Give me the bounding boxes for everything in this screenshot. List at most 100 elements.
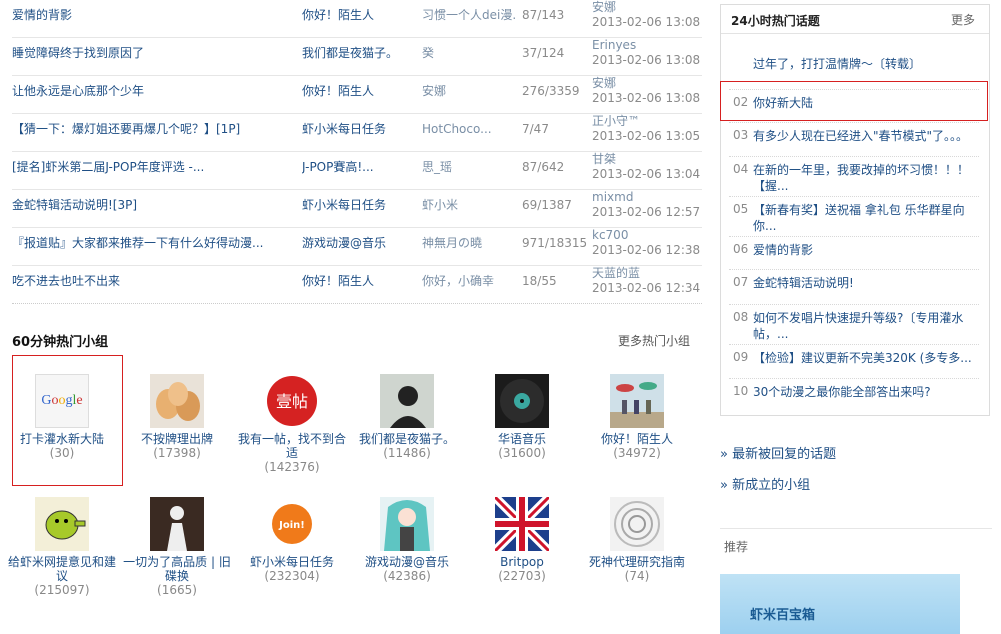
topic-group-link[interactable]: 游戏动漫@音乐 [302,228,417,265]
people-umbrellas-icon[interactable] [610,374,664,428]
hot-topic-divider [729,236,979,237]
topic-reply-count: 87/642 [522,160,565,174]
last-reply-user-link[interactable]: 天蓝的蓝 [592,266,702,280]
hot-topics-panel: 24小时热门话题 更多 过年了，打打温情牌～〔转载〕 02 你好新大陆 03 有多少人现… [720,4,990,416]
topic-title-link[interactable]: 让他永远是心底那个少年 [12,76,297,113]
topic-author-link[interactable]: 思_瑶 [422,152,517,189]
group-member-count: (17398) [153,446,201,460]
group-card[interactable]: 给虾米网提意见和建议 (215097) [7,497,117,597]
hot-topic-link[interactable]: 爱情的背影 [753,242,978,258]
hot-topic-divider [729,304,979,305]
hot-topic-link[interactable]: 30个动漫之最你能全部答出来吗? [753,384,978,400]
hot-topic-link[interactable]: 在新的一年里，我要改掉的坏习惯！！！【握... [753,162,978,194]
hot-topic-link[interactable]: 【检验】建议更新不完美320K (多专多... [753,350,978,366]
group-name-link[interactable]: 一切为了高品质 | 旧碟换 [122,555,232,583]
vinyl-record-icon[interactable] [495,374,549,428]
topic-author-link[interactable]: 你好，小确幸 [422,266,517,303]
topic-author-link[interactable]: 癸 [422,38,517,75]
group-name-link[interactable]: 死神代理研究指南 [582,555,692,569]
hot-topic-rank: 10 [733,384,749,398]
svg-text:Join!: Join! [278,520,305,531]
white-figure-icon[interactable] [150,497,204,551]
last-reply-user-link[interactable]: 安娜 [592,0,702,14]
topic-group-link[interactable]: 虾小米每日任务 [302,114,417,151]
group-card[interactable]: 游戏动漫@音乐 (42386) [352,497,462,583]
hot-topic-link[interactable]: 【新春有奖】送祝福 拿礼包 乐华群星向你... [753,202,978,234]
more-hot-groups-link[interactable]: 更多热门小组 [618,332,690,349]
topic-group-link[interactable]: 我们都是夜猫子。 [302,38,417,75]
topic-author-link[interactable]: 安娜 [422,76,517,113]
topic-title-link[interactable]: 【猜一下：爆灯姐还要再爆几个呢？】[1P] [12,114,297,151]
join-badge-icon[interactable]: Join! [265,497,319,551]
group-name-link[interactable]: 不按牌理出牌 [122,432,232,446]
hot-topic-divider [729,344,979,345]
group-name-link[interactable]: 给虾米网提意见和建议 [7,555,117,583]
group-card[interactable]: 壹帖 我有一帖，找不到合适 (142376) [237,374,347,474]
group-name-link[interactable]: Britpop [467,555,577,569]
topic-title-link[interactable]: 金蛇特辑活动说明![3P] [12,190,297,227]
union-jack-icon[interactable] [495,497,549,551]
topic-group-link[interactable]: 你好！陌生人 [302,266,417,303]
group-card[interactable]: 我们都是夜猫子。 (11486) [352,374,462,460]
topic-author-link[interactable]: 习惯一个人dei漫... [422,0,517,37]
topic-last-reply: Erinyes 2013-02-06 13:08 [592,38,702,75]
topic-last-reply: 安娜 2013-02-06 13:08 [592,76,702,113]
last-reply-time: 2013-02-06 13:08 [592,53,701,67]
hot-topic-link[interactable]: 过年了，打打温情牌～〔转载〕 [753,56,978,72]
topic-group-link[interactable]: 你好！陌生人 [302,0,417,37]
hot-topic-divider [729,156,979,157]
last-reply-user-link[interactable]: Erinyes [592,38,702,52]
spiral-icon[interactable] [610,497,664,551]
last-reply-user-link[interactable]: 安娜 [592,76,702,90]
group-member-count: (42386) [383,569,431,583]
doodle-jump-icon[interactable] [35,497,89,551]
topic-title-link[interactable]: 『报道贴』大家都来推荐一下有什么好得动漫... [12,228,297,265]
new-groups-link[interactable]: » 新成立的小组 [720,474,810,493]
table-row: 【猜一下：爆灯姐还要再爆几个呢？】[1P] 虾小米每日任务 HotChoco... 7… [12,114,702,152]
group-card[interactable]: 华语音乐 (31600) [467,374,577,460]
last-reply-user-link[interactable]: 甘桀 [592,152,702,166]
hot-topic-link[interactable]: 金蛇特辑活动说明! [753,275,978,291]
recommend-label: 推荐 [724,540,749,554]
last-reply-user-link[interactable]: 正小守™ [592,114,702,128]
group-card[interactable]: 一切为了高品质 | 旧碟换 (1665) [122,497,232,597]
last-reply-user-link[interactable]: mixmd [592,190,702,204]
last-reply-time: 2013-02-06 13:08 [592,91,701,105]
topic-group-link[interactable]: 你好！陌生人 [302,76,417,113]
latest-replied-link[interactable]: » 最新被回复的话题 [720,443,836,462]
group-name-link[interactable]: 我们都是夜猫子。 [352,432,462,446]
topic-reply-count: 69/1387 [522,198,572,212]
red-seal-icon[interactable]: 壹帖 [265,374,319,428]
topic-author-link[interactable]: HotChoco... [422,114,517,151]
group-card[interactable]: 死神代理研究指南 (74) [582,497,692,583]
hot-topic-link[interactable]: 如何不发唱片快速提升等级?〔专用灌水帖，... [753,310,978,342]
group-name-link[interactable]: 游戏动漫@音乐 [352,555,462,569]
topic-title-link[interactable]: [提名]虾米第二届J-POP年度评选 -... [12,152,297,189]
topic-last-reply: 正小守™ 2013-02-06 13:05 [592,114,702,151]
hot-topic-link[interactable]: 有多少人现在已经进入"春节模式"了。。。 [753,128,978,144]
topic-title-link[interactable]: 吃不进去也吐不出来 [12,266,297,303]
topic-title-link[interactable]: 爱情的背影 [12,0,297,37]
group-card[interactable]: 你好！陌生人 (34972) [582,374,692,460]
group-name-link[interactable]: 我有一帖，找不到合适 [237,432,347,460]
hot-topics-more-link[interactable]: 更多 [951,11,975,28]
miku-icon[interactable] [380,497,434,551]
topic-author-link[interactable]: 神無月の曉 [422,228,517,265]
group-name-link[interactable]: 华语音乐 [467,432,577,446]
topic-title-link[interactable]: 睡觉障碍终于找到原因了 [12,38,297,75]
group-name-link[interactable]: 虾小米每日任务 [237,555,347,569]
eggs-icon[interactable] [150,374,204,428]
table-row: 睡觉障碍终于找到原因了 我们都是夜猫子。癸 37/124 Erinyes 2013-02… [12,38,702,76]
group-card[interactable]: Britpop (22703) [467,497,577,583]
topic-last-reply: 天蓝的蓝 2013-02-06 12:34 [592,266,702,303]
topic-group-link[interactable]: J-POP賽高!... [302,152,417,189]
group-card[interactable]: 不按牌理出牌 (17398) [122,374,232,460]
group-member-count: (232304) [264,569,320,583]
topic-author-link[interactable]: 虾小米 [422,190,517,227]
person-silhouette-icon[interactable] [380,374,434,428]
topic-group-link[interactable]: 虾小米每日任务 [302,190,417,227]
group-name-link[interactable]: 你好！陌生人 [582,432,692,446]
toolbox-banner[interactable]: 虾米百宝箱 [720,574,960,634]
last-reply-user-link[interactable]: kc700 [592,228,702,242]
group-card[interactable]: Join! 虾小米每日任务 (232304) [237,497,347,583]
